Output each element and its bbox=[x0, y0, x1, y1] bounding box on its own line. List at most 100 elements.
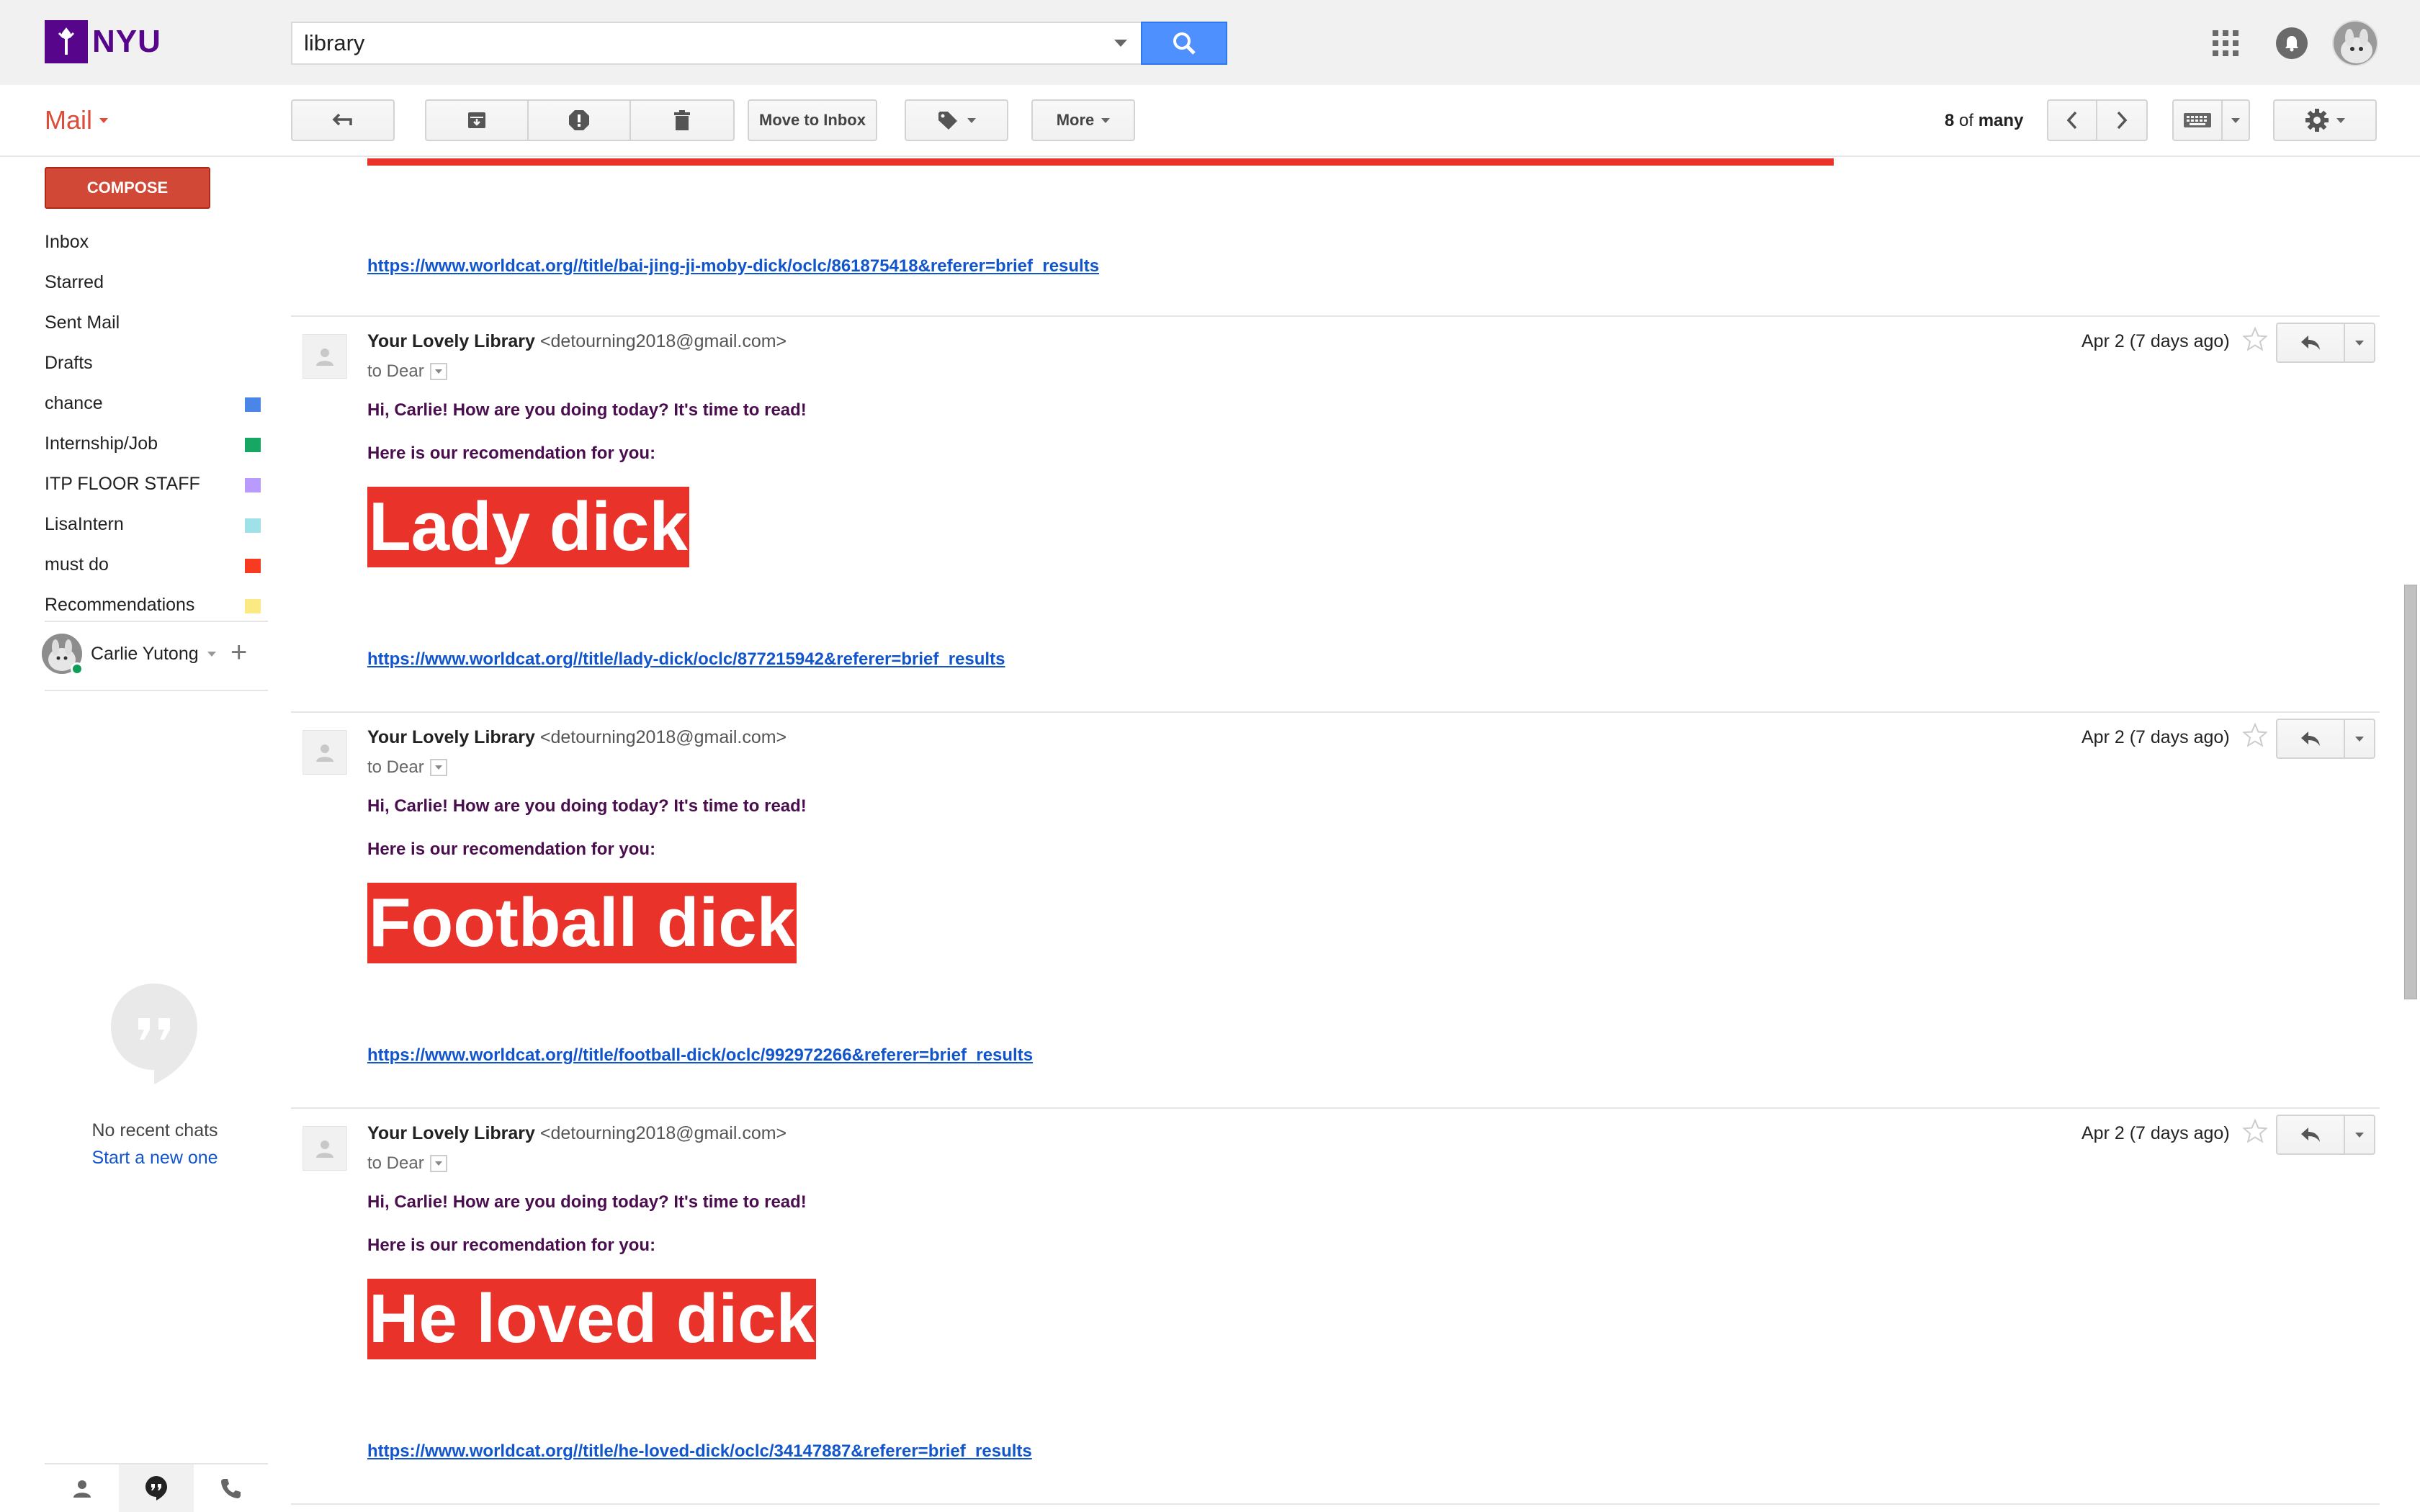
label-color-swatch[interactable] bbox=[245, 559, 261, 573]
settings-button[interactable] bbox=[2273, 99, 2377, 141]
compose-button[interactable]: COMPOSE bbox=[45, 167, 210, 209]
sidebar-item[interactable]: LisaIntern bbox=[0, 504, 268, 544]
older-button[interactable] bbox=[2097, 101, 2146, 140]
mail-switcher[interactable]: Mail bbox=[45, 105, 109, 135]
recommendation-text: Here is our recomendation for you: bbox=[367, 444, 656, 463]
delete-button[interactable] bbox=[631, 101, 733, 140]
search-button[interactable] bbox=[1141, 22, 1227, 65]
greeting-text: Hi, Carlie! How are you doing today? It'… bbox=[367, 796, 807, 816]
labels-button[interactable] bbox=[905, 99, 1008, 141]
move-to-inbox-button[interactable]: Move to Inbox bbox=[748, 99, 877, 141]
scrollbar[interactable] bbox=[2404, 158, 2420, 1512]
scrollbar-thumb[interactable] bbox=[2404, 585, 2417, 999]
archive-icon bbox=[468, 112, 485, 128]
more-actions-dropdown[interactable] bbox=[2345, 1116, 2374, 1153]
plus-icon[interactable]: + bbox=[230, 636, 247, 669]
account-avatar[interactable] bbox=[2332, 20, 2378, 66]
sidebar-item-label: Inbox bbox=[45, 231, 89, 252]
start-new-chat-link[interactable]: Start a new one bbox=[43, 1148, 266, 1169]
search-icon bbox=[1173, 32, 1196, 55]
more-actions-dropdown[interactable] bbox=[2345, 324, 2374, 361]
reply-group bbox=[2276, 323, 2375, 363]
dropdown-caret-icon bbox=[967, 117, 976, 123]
email-message: Your Lovely Library <detourning2018@gmai… bbox=[291, 711, 2380, 1107]
worldcat-link[interactable]: https://www.worldcat.org//title/he-loved… bbox=[367, 1441, 1032, 1462]
divider bbox=[45, 690, 268, 691]
nyu-torch-icon bbox=[45, 20, 88, 63]
more-actions-dropdown[interactable] bbox=[2345, 720, 2374, 757]
sidebar-item[interactable]: Recommendations bbox=[0, 585, 268, 625]
account-row[interactable]: Carlie Yutong + bbox=[42, 631, 268, 677]
label-color-swatch[interactable] bbox=[245, 478, 261, 492]
sender-name[interactable]: Your Lovely Library bbox=[367, 1123, 535, 1143]
sidebar-item[interactable]: must do bbox=[0, 544, 268, 585]
search-options-dropdown[interactable] bbox=[1101, 23, 1141, 63]
person-icon bbox=[316, 744, 333, 762]
sender-email: <detourning2018@gmail.com> bbox=[539, 1123, 787, 1143]
worldcat-link[interactable]: https://www.worldcat.org//title/lady-dic… bbox=[367, 649, 1005, 670]
sidebar-item[interactable]: Internship/Job bbox=[0, 423, 268, 464]
sidebar-item-label: must do bbox=[45, 554, 109, 575]
hangouts-tab[interactable] bbox=[119, 1464, 194, 1512]
apps-grid-icon[interactable] bbox=[2213, 30, 2238, 56]
dropdown-caret-icon bbox=[2336, 117, 2345, 123]
sidebar-item[interactable]: Drafts bbox=[0, 343, 268, 383]
notifications-icon[interactable] bbox=[2276, 27, 2308, 59]
sidebar-item[interactable]: Inbox bbox=[0, 222, 268, 262]
show-details-button[interactable] bbox=[429, 363, 447, 380]
input-tools-dropdown[interactable] bbox=[2223, 101, 2249, 140]
search-input[interactable] bbox=[292, 23, 1101, 63]
contacts-tab[interactable] bbox=[45, 1464, 119, 1512]
reply-button[interactable] bbox=[2277, 1116, 2345, 1153]
logo-text: NYU bbox=[92, 24, 161, 59]
search-box bbox=[291, 22, 1141, 65]
label-color-swatch[interactable] bbox=[245, 518, 261, 533]
previous-worldcat-link[interactable]: https://www.worldcat.org//title/bai-jing… bbox=[367, 256, 1099, 276]
page-counter: 8 of many bbox=[1945, 111, 2023, 131]
counter-total: many bbox=[1978, 111, 2024, 130]
show-details-button[interactable] bbox=[429, 759, 447, 776]
star-icon[interactable] bbox=[2241, 326, 2269, 355]
dropdown-caret-icon bbox=[99, 117, 109, 123]
star-icon[interactable] bbox=[2241, 722, 2269, 751]
back-button[interactable] bbox=[291, 99, 395, 141]
dropdown-caret-icon bbox=[434, 1161, 442, 1166]
show-details-button[interactable] bbox=[429, 1155, 447, 1172]
online-status-dot bbox=[71, 662, 84, 675]
sender-line: Your Lovely Library <detourning2018@gmai… bbox=[367, 1123, 786, 1144]
newer-button[interactable] bbox=[2048, 101, 2097, 140]
sidebar-item[interactable]: Starred bbox=[0, 262, 268, 302]
sidebar-item[interactable]: ITP FLOOR STAFF bbox=[0, 464, 268, 504]
dropdown-caret-icon bbox=[1114, 40, 1127, 47]
label-color-swatch[interactable] bbox=[245, 397, 261, 412]
sender-name[interactable]: Your Lovely Library bbox=[367, 727, 535, 747]
archive-button[interactable] bbox=[426, 101, 529, 140]
dropdown-caret-icon bbox=[2355, 736, 2364, 742]
reply-button[interactable] bbox=[2277, 720, 2345, 757]
reply-icon bbox=[2301, 1128, 2320, 1142]
label-color-swatch[interactable] bbox=[245, 599, 261, 613]
input-tools-button[interactable] bbox=[2174, 101, 2223, 140]
label-color-swatch[interactable] bbox=[245, 438, 261, 452]
dropdown-caret-icon[interactable] bbox=[207, 651, 216, 657]
sidebar-item[interactable]: chance bbox=[0, 383, 268, 423]
nyu-logo[interactable]: NYU bbox=[45, 20, 161, 63]
recommendation-text: Here is our recomendation for you: bbox=[367, 1236, 656, 1255]
hangouts-bubble-icon bbox=[109, 982, 199, 1086]
divider bbox=[291, 1503, 2380, 1505]
worldcat-link[interactable]: https://www.worldcat.org//title/football… bbox=[367, 1045, 1033, 1066]
report-spam-button[interactable] bbox=[529, 101, 631, 140]
message-actions-group bbox=[425, 99, 735, 141]
hangouts-icon bbox=[145, 1476, 167, 1500]
sidebar-item[interactable]: Sent Mail bbox=[0, 302, 268, 343]
more-button[interactable]: More bbox=[1031, 99, 1135, 141]
recipient-line: to Dear bbox=[367, 757, 447, 778]
star-icon[interactable] bbox=[2241, 1118, 2269, 1147]
phone-tab[interactable] bbox=[194, 1464, 268, 1512]
sender-name[interactable]: Your Lovely Library bbox=[367, 331, 535, 351]
book-title-banner: Football dick bbox=[367, 883, 797, 963]
label-icon bbox=[938, 112, 957, 130]
trash-icon bbox=[674, 110, 690, 130]
reply-button[interactable] bbox=[2277, 324, 2345, 361]
recipient-text: to Dear bbox=[367, 757, 424, 777]
